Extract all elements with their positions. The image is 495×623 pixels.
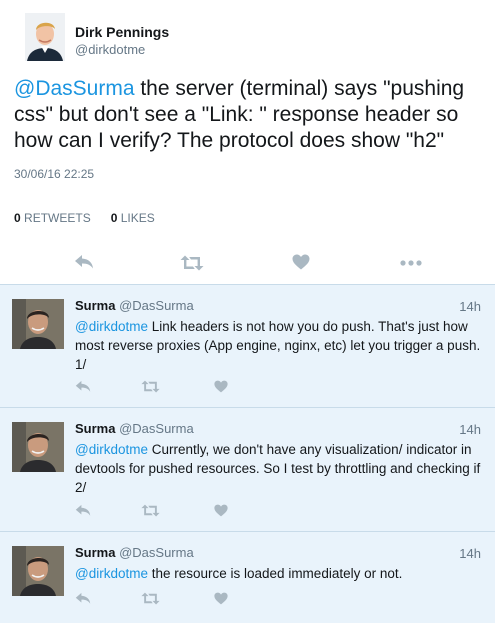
reply-text: @dirkdotme the resource is loaded immedi… (75, 564, 485, 583)
reply-icon[interactable] (74, 254, 94, 270)
like-icon[interactable] (214, 592, 228, 605)
reply-author-name[interactable]: Surma (75, 298, 115, 313)
retweet-icon[interactable] (141, 380, 160, 393)
mention-link[interactable]: @dirkdotme (75, 442, 148, 457)
retweet-icon[interactable] (141, 592, 160, 605)
reply-icon[interactable] (75, 592, 91, 605)
likes-label: LIKES (120, 211, 155, 225)
reply-icon[interactable] (75, 380, 91, 393)
tweet-page: Dirk Pennings @dirkdotme @DasSurma the s… (0, 0, 495, 623)
reply-header: Surma @DasSurma (75, 545, 194, 560)
likes-stat[interactable]: 0 LIKES (111, 211, 155, 225)
reply-author-handle[interactable]: @DasSurma (119, 421, 194, 436)
reply-tweet[interactable]: Surma @DasSurma 14h @dirkdotme the resou… (0, 531, 495, 623)
reply-author-name[interactable]: Surma (75, 421, 115, 436)
avatar[interactable] (12, 546, 64, 596)
reply-tweet[interactable]: Surma @DasSurma 14h @dirkdotme Link head… (0, 284, 495, 408)
avatar[interactable] (12, 299, 64, 349)
reply-time[interactable]: 14h (459, 299, 481, 314)
like-icon[interactable] (214, 504, 228, 517)
replies-list: Surma @DasSurma 14h @dirkdotme Link head… (0, 284, 495, 623)
reply-time[interactable]: 14h (459, 422, 481, 437)
reply-actions (75, 592, 275, 608)
retweets-count: 0 (14, 211, 21, 225)
likes-count: 0 (110, 211, 118, 225)
tweet-timestamp[interactable]: 30/06/16 22:25 (14, 167, 94, 181)
avatar[interactable] (12, 422, 64, 472)
reply-actions (75, 380, 275, 396)
reply-author-name[interactable]: Surma (75, 545, 115, 560)
retweets-label: RETWEETS (24, 211, 91, 225)
author-handle[interactable]: @dirkdotme (75, 42, 145, 57)
reply-author-handle[interactable]: @DasSurma (119, 298, 194, 313)
mention-link[interactable]: @dirkdotme (75, 566, 148, 581)
reply-text: @dirkdotme Link headers is not how you d… (75, 317, 485, 374)
reply-actions (75, 504, 275, 520)
reply-text: @dirkdotme Currently, we don't have any … (75, 440, 485, 497)
like-icon[interactable] (214, 380, 228, 393)
retweet-icon[interactable] (180, 255, 204, 271)
avatar[interactable] (25, 13, 65, 61)
reply-author-handle[interactable]: @DasSurma (119, 545, 194, 560)
retweet-icon[interactable] (141, 504, 160, 517)
reply-icon[interactable] (75, 504, 91, 517)
tweet-actions (0, 252, 495, 274)
reply-header: Surma @DasSurma (75, 421, 194, 436)
mention-link[interactable]: @dirkdotme (75, 319, 148, 334)
reply-header: Surma @DasSurma (75, 298, 194, 313)
reply-tweet[interactable]: Surma @DasSurma 14h @dirkdotme Currently… (0, 407, 495, 532)
more-icon[interactable] (400, 260, 422, 266)
tweet-text: @DasSurma the server (terminal) says "pu… (14, 76, 484, 154)
mention-link[interactable]: @DasSurma (14, 77, 135, 100)
reply-time[interactable]: 14h (459, 546, 481, 561)
like-icon[interactable] (292, 254, 310, 270)
retweets-stat[interactable]: 0 RETWEETS (14, 211, 91, 225)
author-name[interactable]: Dirk Pennings (75, 24, 169, 40)
tweet-stats: 0 RETWEETS 0 LIKES (14, 211, 155, 225)
reply-body: the resource is loaded immediately or no… (147, 566, 403, 581)
main-tweet: Dirk Pennings @dirkdotme @DasSurma the s… (0, 0, 495, 284)
